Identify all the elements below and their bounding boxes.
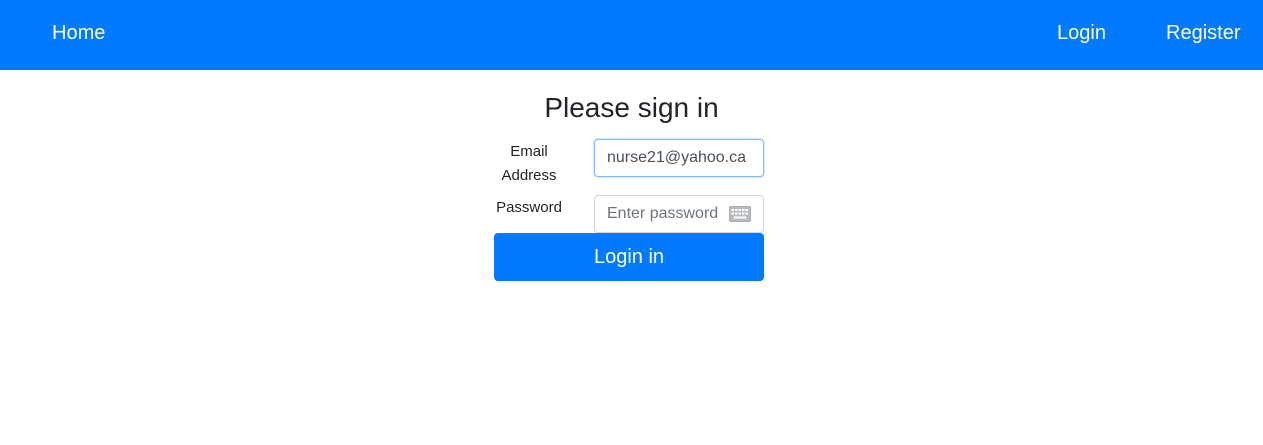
page-title: Please sign in: [544, 92, 719, 123]
login-submit-button[interactable]: Login in: [494, 233, 764, 281]
email-field[interactable]: [594, 139, 764, 177]
top-navbar: Home Login Register: [0, 0, 1263, 70]
nav-login-link[interactable]: Login: [1057, 0, 1106, 66]
email-label: Email Address: [501, 143, 557, 184]
nav-home-link[interactable]: Home: [52, 0, 105, 66]
nav-register-link[interactable]: Register: [1166, 0, 1240, 66]
keyboard-icon[interactable]: [729, 206, 751, 222]
password-label: Password: [496, 199, 562, 216]
